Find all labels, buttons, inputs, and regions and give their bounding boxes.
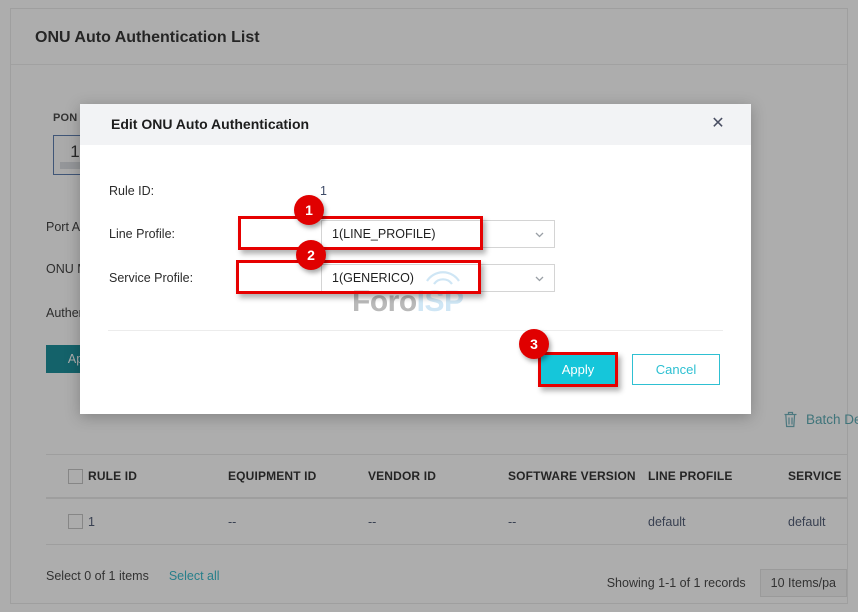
rule-id-label: Rule ID: — [109, 184, 155, 198]
service-profile-value: 1(GENERICO) — [332, 271, 414, 285]
close-icon[interactable]: ✕ — [709, 115, 727, 133]
dialog-header: Edit ONU Auto Authentication ✕ — [80, 104, 751, 145]
field-row-service-profile: Service Profile: 1(GENERICO) — [80, 263, 751, 293]
chevron-down-icon — [534, 229, 545, 240]
cancel-button[interactable]: Cancel — [632, 354, 720, 385]
line-profile-label: Line Profile: — [109, 227, 176, 241]
field-row-rule-id: Rule ID: 1 — [80, 181, 751, 201]
dialog-divider — [108, 330, 723, 331]
rule-id-value: 1 — [320, 184, 327, 198]
field-row-line-profile: Line Profile: 1(LINE_PROFILE) — [80, 219, 751, 249]
line-profile-value: 1(LINE_PROFILE) — [332, 227, 436, 241]
app-root: ONU Auto Authentication List PON 1 Port … — [0, 0, 858, 612]
annotation-badge-1: 1 — [294, 195, 324, 225]
annotation-badge-2: 2 — [296, 240, 326, 270]
service-profile-label: Service Profile: — [109, 271, 194, 285]
chevron-down-icon — [534, 273, 545, 284]
dialog-title: Edit ONU Auto Authentication — [111, 116, 310, 132]
service-profile-select[interactable]: 1(GENERICO) — [321, 264, 555, 292]
line-profile-select[interactable]: 1(LINE_PROFILE) — [321, 220, 555, 248]
apply-button[interactable]: Apply — [541, 355, 615, 384]
annotation-badge-3: 3 — [519, 329, 549, 359]
